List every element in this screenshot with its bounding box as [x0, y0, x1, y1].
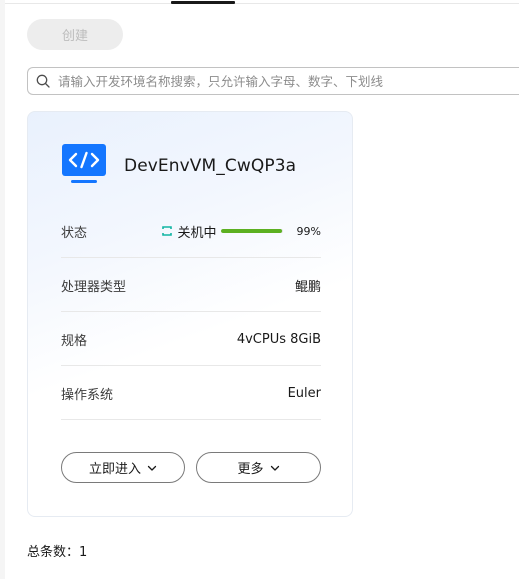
status-progress-text: 99%: [296, 224, 321, 238]
status-progress-fill: [220, 229, 282, 233]
more-label: 更多: [237, 462, 264, 477]
code-env-icon: [62, 144, 106, 188]
enter-now-label: 立即进入: [88, 462, 141, 477]
loading-icon: [161, 226, 172, 236]
spec-row: 规格 4vCPUs 8GiB: [61, 312, 321, 366]
enter-now-button[interactable]: 立即进入: [61, 452, 185, 483]
row-divider: [61, 419, 321, 420]
top-tab-divider: [5, 3, 519, 4]
total-count: 总条数：1: [27, 545, 88, 560]
search-icon: [36, 74, 50, 88]
status-row: 状态 关机中 99%: [61, 204, 321, 258]
chevron-down-icon: [270, 465, 279, 471]
status-label: 状态: [61, 225, 88, 241]
card-header: DevEnvVM_CwQP3a: [62, 144, 296, 188]
chevron-down-icon: [147, 465, 157, 471]
status-progress-bar: [220, 229, 283, 233]
os-value: Euler: [287, 385, 321, 401]
search-box[interactable]: [27, 67, 519, 95]
status-text: 关机中: [177, 225, 217, 241]
dev-env-card: DevEnvVM_CwQP3a 状态 关机中 99% 处理器类型 鲲鹏 规格 4…: [27, 111, 353, 517]
search-input[interactable]: [58, 73, 519, 89]
os-label: 操作系统: [61, 387, 114, 403]
more-button[interactable]: 更多: [196, 452, 321, 483]
spec-label: 规格: [61, 333, 88, 349]
create-button[interactable]: 创建: [27, 19, 123, 50]
spec-value: 4vCPUs 8GiB: [236, 331, 321, 347]
cpu-type-label: 处理器类型: [61, 279, 127, 295]
cpu-type-row: 处理器类型 鲲鹏: [61, 258, 321, 312]
status-indicator: 关机中 99%: [161, 222, 321, 241]
page: 创建 DevEnvVM_CwQP3a 状态: [0, 0, 519, 579]
cpu-type-value: 鲲鹏: [294, 279, 321, 295]
os-row: 操作系统 Euler: [61, 366, 321, 420]
vm-name[interactable]: DevEnvVM_CwQP3a: [124, 156, 296, 176]
active-tab-indicator: [171, 1, 235, 4]
